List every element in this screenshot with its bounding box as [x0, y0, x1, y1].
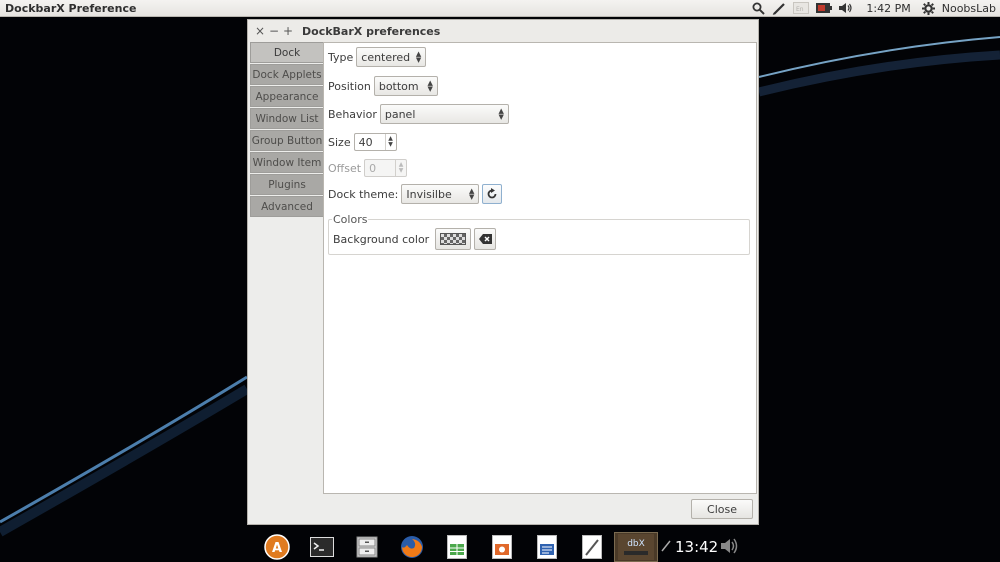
offset-label: Offset — [328, 161, 362, 175]
document-icon[interactable] — [524, 532, 569, 562]
search-icon[interactable] — [752, 0, 766, 17]
tab-appearance[interactable]: Appearance — [250, 86, 324, 107]
close-window-button[interactable]: × — [253, 24, 267, 38]
presentation-icon[interactable] — [479, 532, 524, 562]
position-value: bottom — [378, 79, 419, 93]
volume-icon[interactable] — [839, 0, 853, 17]
keyboard-icon[interactable]: En — [793, 0, 810, 17]
type-combo[interactable]: centered ▲ ▼ — [356, 47, 427, 67]
combo-arrows-icon: ▲ ▼ — [498, 107, 504, 121]
svg-text:En: En — [796, 6, 804, 13]
firefox-icon[interactable] — [389, 532, 434, 562]
combo-arrows-icon: ▲ ▼ — [427, 79, 433, 93]
close-button[interactable]: Close — [691, 499, 753, 519]
offset-value: 0 — [369, 161, 377, 175]
dock-clock[interactable]: 13:42 — [675, 538, 718, 556]
dock-theme-combo[interactable]: Invisilbe ▲ ▼ — [401, 184, 480, 204]
position-combo[interactable]: bottom ▲ ▼ — [373, 76, 438, 96]
spreadsheet-icon[interactable] — [434, 532, 479, 562]
software-center-icon[interactable]: A — [254, 532, 299, 562]
transparent-swatch-icon — [440, 233, 467, 245]
size-spinbox[interactable]: 40 ▲ ▼ — [353, 133, 397, 151]
behavior-row: Behavior panel ▲ ▼ — [328, 104, 509, 124]
indicator-area: En 1:42 PM NoobsLab — [752, 0, 1000, 17]
tab-plugins[interactable]: Plugins — [250, 174, 324, 195]
pen-icon[interactable] — [772, 0, 786, 17]
dialog-titlebar[interactable]: × − + DockBarX preferences — [248, 20, 758, 42]
active-app-title: DockbarX Preference — [5, 1, 137, 15]
dockbarx-icon[interactable]: dbX — [614, 532, 658, 562]
spin-arrows-icon[interactable]: ▲ ▼ — [384, 134, 396, 150]
battery-icon[interactable] — [816, 0, 833, 17]
offset-spinbox: 0 ▲ ▼ — [364, 159, 408, 177]
dock-theme-label: Dock theme: — [328, 187, 399, 201]
text-editor-icon[interactable] — [569, 532, 614, 562]
size-row: Size 40 ▲ ▼ — [328, 133, 397, 151]
background-color-button[interactable] — [435, 228, 472, 250]
behavior-combo[interactable]: panel ▲ ▼ — [379, 104, 509, 124]
backspace-icon — [478, 234, 492, 244]
colors-frame: Colors Background color — [328, 213, 750, 255]
position-label: Position — [328, 79, 371, 93]
combo-arrows-icon: ▲ ▼ — [415, 50, 422, 64]
dockbarx-label: dbX — [627, 539, 645, 549]
clear-color-button[interactable] — [474, 228, 497, 250]
tab-dock[interactable]: Dock — [250, 42, 324, 63]
type-label: Type — [328, 50, 354, 64]
background-color-label: Background color — [333, 232, 430, 246]
combo-arrows-icon: ▲ ▼ — [468, 187, 475, 201]
minimize-window-button[interactable]: − — [267, 24, 281, 38]
pen-icon — [661, 540, 671, 555]
dialog-title: DockBarX preferences — [302, 24, 441, 38]
file-manager-icon[interactable] — [344, 532, 389, 562]
dock-theme-value: Invisilbe — [406, 187, 452, 201]
tab-dock-applets[interactable]: Dock Applets — [250, 64, 324, 85]
maximize-window-button[interactable]: + — [281, 24, 295, 38]
background-color-row: Background color — [333, 228, 497, 250]
session-gear-icon[interactable] — [921, 0, 935, 17]
dockbarx-dock: A dbX 13:42 — [254, 532, 774, 562]
refresh-icon — [487, 188, 497, 199]
tab-list: Dock Dock Applets Appearance Window List… — [250, 42, 324, 218]
offset-row: Offset 0 ▲ ▼ — [328, 159, 408, 177]
behavior-value: panel — [384, 107, 416, 121]
dock-theme-row: Dock theme: Invisilbe ▲ ▼ — [328, 184, 503, 204]
terminal-icon[interactable] — [299, 532, 344, 562]
panel-clock[interactable]: 1:42 PM — [866, 0, 910, 17]
tab-window-item[interactable]: Window Item — [250, 152, 324, 173]
behavior-label: Behavior — [328, 107, 377, 121]
reload-theme-button[interactable] — [482, 184, 503, 204]
position-row: Position bottom ▲ ▼ — [328, 76, 438, 96]
tab-advanced[interactable]: Advanced — [250, 196, 324, 217]
size-label: Size — [328, 135, 351, 149]
type-row: Type centered ▲ ▼ — [328, 47, 427, 67]
size-value: 40 — [358, 135, 373, 149]
top-panel: DockbarX Preference En 1:42 PM NoobsLab — [0, 0, 1000, 17]
tab-group-button[interactable]: Group Button — [250, 130, 324, 151]
spin-arrows-icon: ▲ ▼ — [395, 160, 406, 176]
dock-settings-page: Type centered ▲ ▼ Position bottom ▲ ▼ Beha… — [323, 42, 757, 494]
tab-window-list[interactable]: Window List — [250, 108, 324, 129]
type-value: centered — [361, 50, 411, 64]
colors-frame-title: Colors — [332, 213, 369, 226]
svg-text:A: A — [271, 541, 281, 556]
preferences-dialog: × − + DockBarX preferences Dock Dock App… — [247, 19, 759, 525]
user-name[interactable]: NoobsLab — [942, 0, 996, 17]
volume-icon[interactable] — [720, 536, 740, 559]
